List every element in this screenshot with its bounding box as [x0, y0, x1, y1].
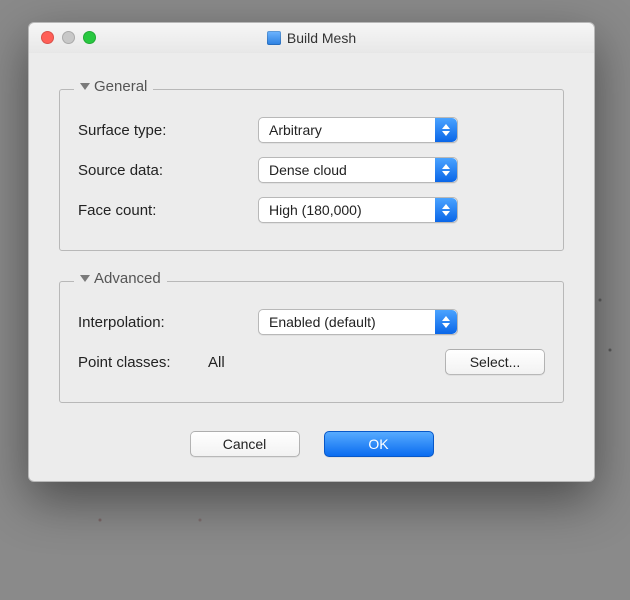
group-advanced-label: Advanced	[94, 270, 161, 287]
group-general-legend[interactable]: General	[74, 78, 153, 95]
interpolation-value: Enabled (default)	[269, 314, 376, 330]
window-controls	[29, 31, 96, 44]
group-general: General Surface type: Arbitrary Source d…	[59, 89, 564, 251]
updown-icon	[435, 118, 457, 142]
ok-button[interactable]: OK	[324, 431, 434, 457]
zoom-icon[interactable]	[83, 31, 96, 44]
dialog-footer: Cancel OK	[51, 427, 572, 461]
point-classes-label: Point classes:	[78, 354, 208, 371]
dialog-content: General Surface type: Arbitrary Source d…	[29, 53, 594, 481]
window-title: Build Mesh	[287, 30, 356, 46]
app-icon	[267, 31, 281, 45]
group-general-label: General	[94, 78, 147, 95]
source-data-value: Dense cloud	[269, 162, 347, 178]
minimize-icon[interactable]	[62, 31, 75, 44]
face-count-combo[interactable]: High (180,000)	[258, 197, 458, 223]
group-advanced: Advanced Interpolation: Enabled (default…	[59, 281, 564, 403]
source-data-label: Source data:	[78, 162, 258, 179]
row-interpolation: Interpolation: Enabled (default)	[78, 302, 545, 342]
interpolation-combo[interactable]: Enabled (default)	[258, 309, 458, 335]
surface-type-label: Surface type:	[78, 122, 258, 139]
titlebar[interactable]: Build Mesh	[29, 23, 594, 53]
row-surface-type: Surface type: Arbitrary	[78, 110, 545, 150]
chevron-down-icon	[80, 83, 90, 90]
surface-type-value: Arbitrary	[269, 122, 322, 138]
select-point-classes-button[interactable]: Select...	[445, 349, 545, 375]
chevron-down-icon	[80, 275, 90, 282]
dialog-window: Build Mesh General Surface type: Arbitra…	[28, 22, 595, 482]
updown-icon	[435, 198, 457, 222]
face-count-value: High (180,000)	[269, 202, 362, 218]
surface-type-combo[interactable]: Arbitrary	[258, 117, 458, 143]
title-area: Build Mesh	[29, 30, 594, 46]
point-classes-value: All	[208, 354, 258, 371]
row-source-data: Source data: Dense cloud	[78, 150, 545, 190]
close-icon[interactable]	[41, 31, 54, 44]
updown-icon	[435, 158, 457, 182]
cancel-button[interactable]: Cancel	[190, 431, 300, 457]
group-advanced-legend[interactable]: Advanced	[74, 270, 167, 287]
source-data-combo[interactable]: Dense cloud	[258, 157, 458, 183]
face-count-label: Face count:	[78, 202, 258, 219]
row-face-count: Face count: High (180,000)	[78, 190, 545, 230]
row-point-classes: Point classes: All Select...	[78, 342, 545, 382]
updown-icon	[435, 310, 457, 334]
interpolation-label: Interpolation:	[78, 314, 258, 331]
